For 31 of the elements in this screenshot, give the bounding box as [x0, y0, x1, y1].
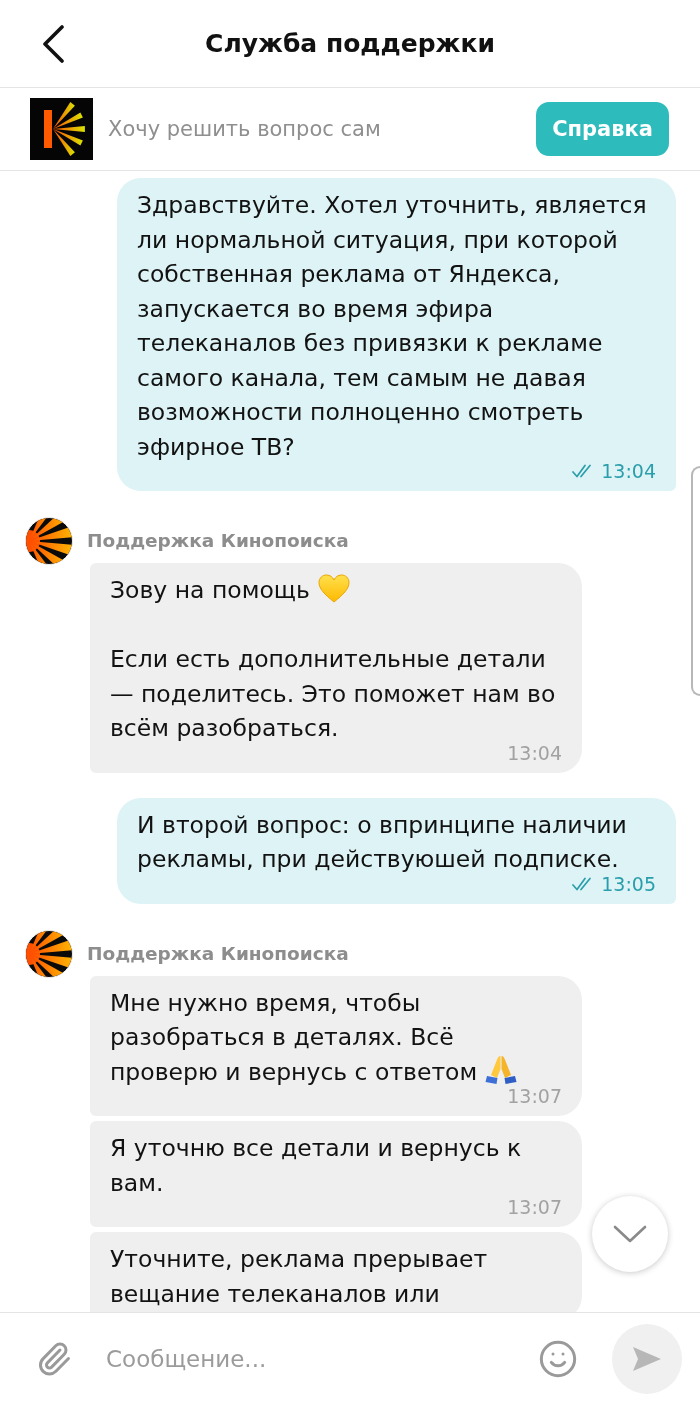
paperclip-icon [36, 1341, 72, 1377]
praying-hands-icon [485, 1054, 518, 1085]
message-time: 13:07 [507, 1196, 562, 1218]
chevron-down-icon [613, 1225, 647, 1243]
self-help-text[interactable]: Хочу решить вопрос сам [108, 117, 522, 141]
message-text: И второй вопрос: о впринципе наличии рекламы, при действуюшей подписке. [137, 810, 627, 873]
message-text: Здравствуйте. Хотел уточнить, является ли нормальной ситуация, при которой собственная реклама от Яндекса, запускается во время эфира телеканалов без привязки к рекламе самого канала, тем самым не давая возможности полноценно смотреть эфирное ТВ? [137, 191, 647, 461]
message-input[interactable]: Сообщение... [104, 1334, 518, 1384]
send-icon [632, 1346, 662, 1372]
message-time: 13:07 [507, 1085, 562, 1107]
back-icon [41, 24, 65, 63]
help-button[interactable]: Справка [536, 102, 669, 156]
message-text: Уточните, реклама прерывает вещание телеканалов или [110, 1245, 488, 1308]
scroll-down-button[interactable] [592, 1196, 668, 1272]
screen-title: Служба поддержки [204, 29, 496, 58]
sender-name: Поддержка Кинопоиска [87, 529, 349, 553]
emoji-button[interactable] [538, 1339, 578, 1379]
smiley-icon [538, 1339, 578, 1379]
support-avatar [25, 517, 73, 565]
sender-name: Поддержка Кинопоиска [87, 941, 349, 966]
message-text: Мне нужно время, чтобы разобраться в деталях. Всё проверю и вернусь с ответом [110, 988, 478, 1086]
app-logo [30, 98, 93, 160]
message-time: 13:04 [507, 741, 562, 764]
support-avatar [25, 929, 73, 978]
heart-icon [317, 574, 350, 603]
message-time: 13:05 [601, 872, 656, 895]
message-text: Если есть дополнительные детали — поделитесь. Это поможет нам во всём разобраться. [110, 645, 556, 742]
attach-button[interactable] [36, 1341, 72, 1377]
message-text: Зову на помощь [110, 576, 310, 604]
message-text: Я уточню все детали и вернусь к вам. [110, 1134, 522, 1197]
message-time: 13:04 [601, 460, 656, 482]
